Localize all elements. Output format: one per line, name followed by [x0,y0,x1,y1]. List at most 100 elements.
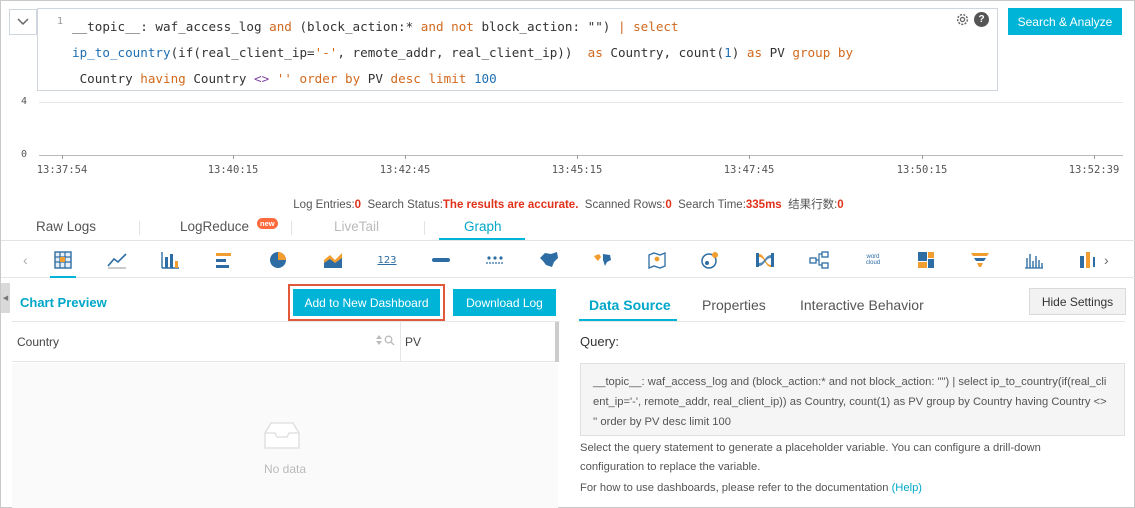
code-token: desc limit [390,71,467,86]
code-line: __topic__: waf_access_log and (block_act… [72,14,972,40]
funnel-icon[interactable] [968,248,992,272]
x-axis [39,155,1123,156]
tab-livetail[interactable]: LiveTail [334,219,379,234]
scroll-right-icon[interactable]: › [1104,252,1109,268]
log-histogram[interactable]: 4 0 13:37:54 13:40:15 13:42:45 13:45:15 13:4… [9,93,1127,193]
search-icon[interactable] [384,335,395,346]
highlight-box: Add to New Dashboard [288,284,445,321]
collapse-chevron-icon[interactable] [9,9,37,35]
x-tick [1094,155,1095,159]
x-tick [922,155,923,159]
column-header-pv[interactable]: PV [405,335,421,349]
search-analyze-button[interactable]: Search & Analyze [1008,8,1122,35]
help-link[interactable]: (Help) [892,482,922,494]
progress-bar-icon[interactable] [429,248,453,272]
table-chart-icon[interactable] [50,248,76,278]
column-header-country[interactable]: Country [17,335,59,349]
tab-divider [424,221,425,235]
code-token: as [746,45,763,60]
drilldown-note-line1: Select the query statement to generate a… [580,442,1041,454]
tree-icon[interactable] [807,248,831,272]
code-token: (block_action:* [291,19,421,34]
table-body: No data [12,363,558,508]
tab-raw-logs[interactable]: Raw Logs [36,219,96,234]
word-cloud-icon[interactable]: word cloud [861,248,885,272]
search-time-value: 335ms [745,199,782,211]
x-tick [405,155,406,159]
documentation-note: For how to use dashboards, please refer … [580,482,922,494]
tab-interactive-behavior[interactable]: Interactive Behavior [800,297,924,313]
map-icon[interactable] [483,248,507,272]
result-tabs: Raw Logs LogReduce new LiveTail Graph [1,214,1135,241]
code-token: '-' [314,45,338,60]
code-line: Country having Country <> '' order by PV… [72,66,972,92]
bar-chart-icon[interactable] [158,248,182,272]
search-status-value: The results are accurate. [442,199,579,211]
preview-table: Country PV No data [12,321,560,508]
new-badge: new [257,218,278,229]
tab-divider [139,221,140,235]
empty-inbox-icon [264,422,300,449]
scanned-rows-label: Scanned Rows: [584,199,666,211]
drilldown-note-line2: configuration to replace the variable. [580,461,761,473]
editor-icons: ? [955,12,989,27]
x-tick [577,155,578,159]
code-token: block_action: "") [473,19,618,34]
search-status-bar: Log Entries:0 Search Status:The results … [1,196,1135,212]
code-token: order by [299,71,361,86]
no-data-text: No data [263,462,307,476]
sort-filter-icons[interactable] [375,334,395,346]
x-tick-label: 13:37:54 [36,164,88,176]
query-code[interactable]: __topic__: waf_access_log and (block_act… [72,14,972,92]
download-log-button[interactable]: Download Log [453,289,556,316]
code-token: 1 [724,45,732,60]
single-value-icon[interactable]: 123 [375,248,399,272]
bar-plus-icon[interactable] [1076,248,1100,272]
documentation-text: For how to use dashboards, please refer … [580,482,889,494]
log-analysis-page: 1 __topic__: waf_access_log and (block_a… [0,0,1135,508]
tab-properties[interactable]: Properties [702,297,766,313]
x-tick-label: 13:50:15 [896,164,948,176]
line-chart-icon[interactable] [105,248,129,272]
x-tick-label: 13:40:15 [207,164,259,176]
tab-graph[interactable]: Graph [464,219,502,234]
help-icon[interactable]: ? [974,12,989,27]
search-time-label: Search Time: [678,199,746,211]
code-token: __topic__: waf_access_log [72,19,270,34]
horizontal-bar-chart-icon[interactable] [212,248,236,272]
code-line: ip_to_country(if(real_client_ip='-', rem… [72,40,972,66]
hide-settings-button[interactable]: Hide Settings [1029,288,1126,315]
tab-data-source[interactable]: Data Source [589,297,671,313]
sort-icon[interactable] [375,334,383,346]
pie-chart-icon[interactable] [266,248,290,272]
code-token: Country, count( [602,45,725,60]
code-token: 100 [473,71,497,86]
china-map-icon[interactable] [537,248,561,272]
histogram-icon[interactable] [1022,248,1046,272]
code-token: as [587,45,603,60]
flow-chart-icon[interactable] [699,248,723,272]
world-map-icon[interactable] [591,248,615,272]
grid-line [39,102,1123,103]
search-status-label: Search Status: [367,199,443,211]
amap-icon[interactable] [645,248,669,272]
single-value-glyph: 123 [377,254,397,266]
scroll-left-icon[interactable]: ‹ [23,252,28,268]
area-chart-icon[interactable] [321,248,345,272]
code-token: PV [360,71,391,86]
gear-icon[interactable] [955,12,970,27]
treemap-icon[interactable] [914,248,938,272]
side-panel-toggle[interactable]: ◀ [1,283,10,313]
tab-logreduce[interactable]: LogReduce [180,219,249,234]
scrollbar[interactable] [555,322,559,362]
code-token: , remote_addr, real_client_ip)) [337,45,588,60]
add-to-new-dashboard-button[interactable]: Add to New Dashboard [293,289,440,316]
result-rows-label: 结果行数: [788,199,838,211]
x-tick-label: 13:47:45 [723,164,775,176]
result-rows-value: 0 [837,199,844,211]
query-editor[interactable]: 1 __topic__: waf_access_log and (block_a… [37,8,998,91]
query-statement-box[interactable]: __topic__: waf_access_log and (block_act… [580,363,1125,436]
code-token: and [269,19,292,34]
sankey-icon[interactable] [753,248,777,272]
